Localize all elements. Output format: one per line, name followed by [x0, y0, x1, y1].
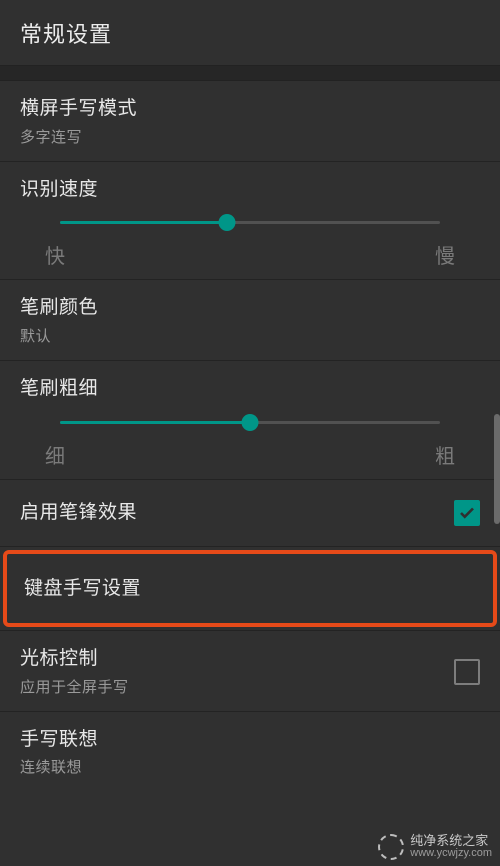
item-handwrite-association[interactable]: 手写联想 连续联想	[0, 712, 500, 792]
item-keyboard-handwrite[interactable]: 键盘手写设置	[3, 550, 497, 628]
watermark-logo-icon	[378, 834, 404, 860]
header: 常规设置	[0, 0, 500, 65]
item-stroke-effect[interactable]: 启用笔锋效果	[0, 480, 500, 547]
checkbox-cursor-control[interactable]	[454, 659, 480, 685]
checkbox-stroke-effect[interactable]	[454, 500, 480, 526]
item-title: 手写联想	[20, 727, 480, 753]
watermark-url: www.ycwjzy.com	[410, 848, 492, 860]
scrollbar[interactable]	[494, 414, 500, 524]
item-subtitle: 多字连写	[20, 126, 480, 147]
item-brush-size: 笔刷粗细 细 粗	[0, 361, 500, 480]
item-title: 识别速度	[20, 177, 480, 203]
speed-slider[interactable]	[60, 210, 440, 234]
item-title: 笔刷粗细	[20, 376, 480, 402]
item-subtitle: 连续联想	[20, 756, 480, 777]
slider-fill	[60, 421, 250, 424]
item-subtitle: 默认	[20, 325, 480, 346]
watermark-title: 纯净系统之家	[410, 834, 492, 848]
slider-fill	[60, 221, 227, 224]
item-title: 键盘手写设置	[24, 576, 476, 602]
item-title: 横屏手写模式	[20, 96, 480, 122]
slider-thumb[interactable]	[242, 414, 259, 431]
section-divider	[0, 65, 500, 81]
item-title: 启用笔锋效果	[20, 500, 137, 526]
slider-label-right: 慢	[435, 240, 455, 269]
item-subtitle: 应用于全屏手写	[20, 676, 129, 697]
slider-labels: 细 粗	[20, 434, 480, 469]
slider-label-left: 快	[45, 240, 65, 269]
item-brush-color[interactable]: 笔刷颜色 默认	[0, 280, 500, 361]
watermark: 纯净系统之家 www.ycwjzy.com	[378, 834, 492, 860]
item-title: 光标控制	[20, 646, 129, 672]
item-landscape-mode[interactable]: 横屏手写模式 多字连写	[0, 81, 500, 162]
slider-thumb[interactable]	[219, 214, 236, 231]
item-title: 笔刷颜色	[20, 295, 480, 321]
page-title: 常规设置	[20, 17, 112, 49]
check-icon	[458, 504, 476, 522]
size-slider[interactable]	[60, 410, 440, 434]
item-cursor-control[interactable]: 光标控制 应用于全屏手写	[0, 630, 500, 712]
item-recognition-speed: 识别速度 快 慢	[0, 162, 500, 281]
slider-label-right: 粗	[435, 440, 455, 469]
slider-labels: 快 慢	[20, 234, 480, 269]
slider-label-left: 细	[45, 440, 65, 469]
